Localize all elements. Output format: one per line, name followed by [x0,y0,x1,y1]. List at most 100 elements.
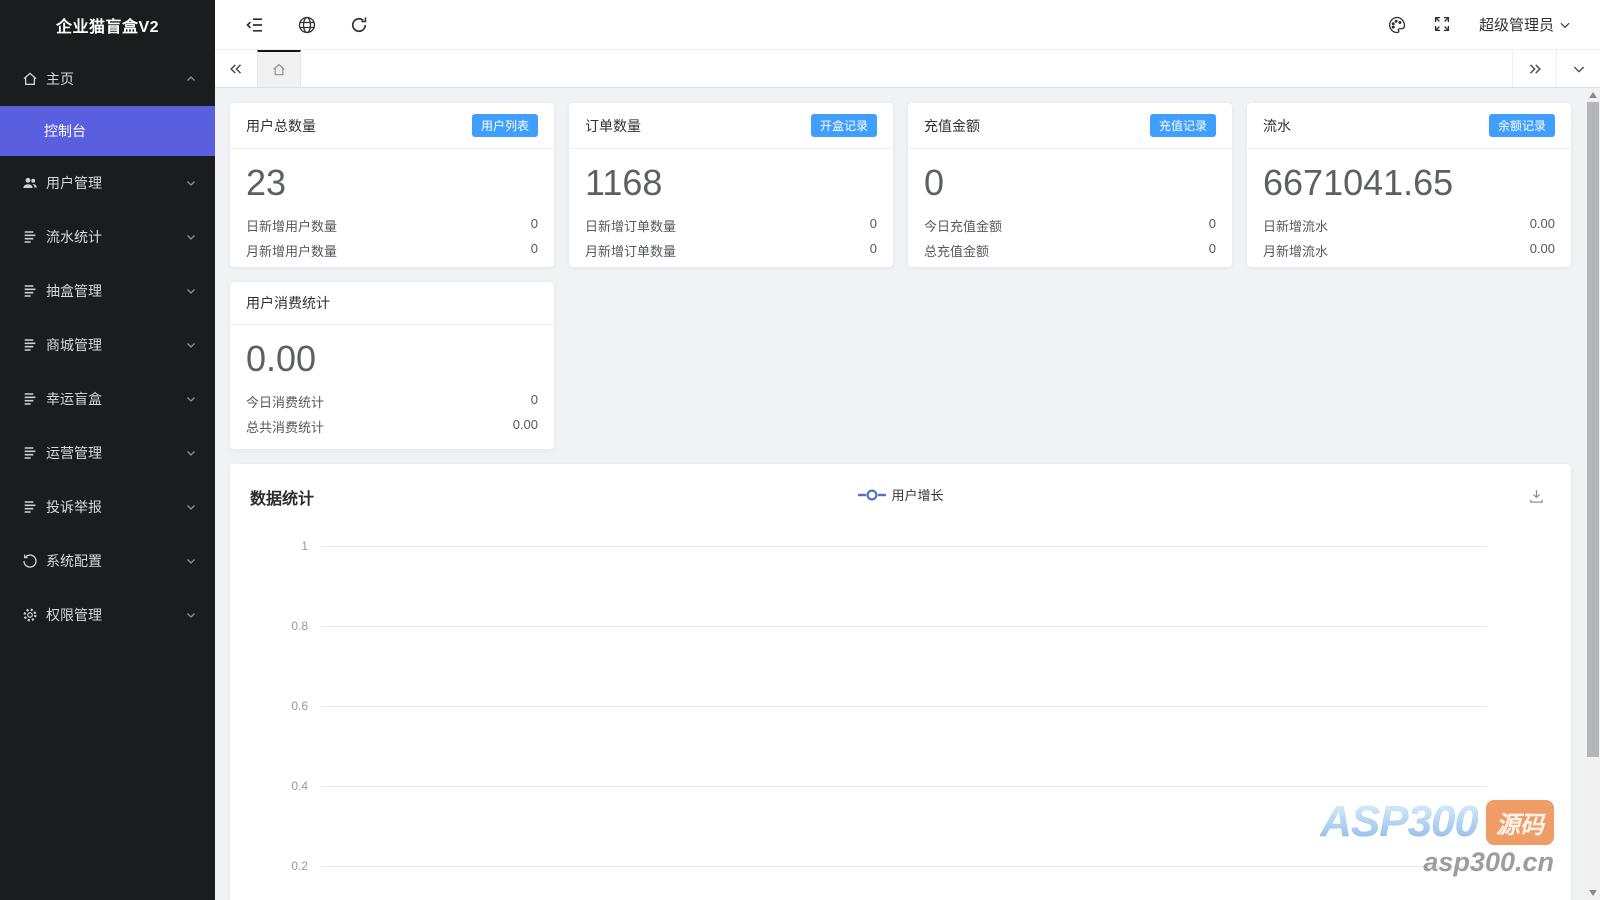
legend-user-growth[interactable]: 用户增长 [857,485,943,504]
card-row: 总共消费统计 0.00 [246,414,538,439]
sidebar-item-label: 抽盒管理 [46,281,185,301]
stat-card-users: 用户总数量 用户列表 23 日新增用户数量 0 月新增用户数量 0 [230,103,554,267]
sidebar-item-label: 系统配置 [46,551,185,571]
card-title: 用户总数量 [246,116,316,136]
data-statistics-chart-card: 数据统计 用户增长 1 0.8 0.6 0.4 [230,464,1571,900]
sidebar-item-label: 幸运盲盒 [46,389,185,409]
history-icon [22,553,38,569]
chevron-down-icon [185,555,197,567]
chevron-down-icon [185,609,197,621]
refresh-icon[interactable] [349,15,369,35]
sidebar-item-label: 主页 [46,69,185,89]
scrollbar-down-arrow-icon[interactable] [1589,890,1597,896]
tabs-scroll-left-icon[interactable] [215,50,257,87]
chevron-up-icon [185,73,197,85]
sidebar-item-label: 商城管理 [46,335,185,355]
card-row: 月新增流水 0.00 [1263,238,1555,263]
download-chart-icon[interactable] [1528,488,1545,505]
card-row: 月新增用户数量 0 [246,238,538,263]
card-row: 日新增订单数量 0 [585,213,877,238]
sidebar-item-label: 运营管理 [46,443,185,463]
chevron-down-icon [185,393,197,405]
sidebar-item-home[interactable]: 主页 [0,52,215,106]
tab-home[interactable] [257,50,301,87]
stat-card-recharge: 充值金额 充值记录 0 今日充值金额 0 总充值金额 0 [908,103,1232,267]
sidebar-item-label: 投诉举报 [46,497,185,517]
gear-icon [22,607,38,623]
header-right-tools: 超级管理员 [1387,14,1600,35]
chevron-down-icon [185,231,197,243]
chevron-down-icon [185,339,197,351]
card-title: 充值金额 [924,116,980,136]
sidebar-item-mall-management[interactable]: 商城管理 [0,318,215,372]
legend-label: 用户增长 [891,485,943,504]
card-row: 月新增订单数量 0 [585,238,877,263]
list-icon [22,337,38,353]
sidebar-item-lucky-box[interactable]: 幸运盲盒 [0,372,215,426]
recharge-records-badge[interactable]: 充值记录 [1150,114,1216,137]
sidebar-item-operations[interactable]: 运营管理 [0,426,215,480]
chart-plot-area: 1 0.8 0.6 0.4 0.2 [250,546,1551,900]
card-title: 流水 [1263,116,1291,136]
balance-records-badge[interactable]: 余额记录 [1489,114,1555,137]
sidebar-item-permissions[interactable]: 权限管理 [0,588,215,642]
tabs-options-dropdown-icon[interactable] [1556,50,1600,87]
users-icon [22,175,38,191]
gridline [322,706,1487,707]
sidebar-item-complaints[interactable]: 投诉举报 [0,480,215,534]
scrollbar-up-arrow-icon[interactable] [1589,92,1597,98]
y-axis-tick: 0.8 [250,619,308,633]
consume-card-row: 用户消费统计 0.00 今日消费统计 0 总共消费统计 0.00 [230,282,1571,449]
home-icon [22,71,38,87]
stat-cards-row: 用户总数量 用户列表 23 日新增用户数量 0 月新增用户数量 0 订单数量 开… [230,103,1571,267]
sidebar-item-system-config[interactable]: 系统配置 [0,534,215,588]
user-list-badge[interactable]: 用户列表 [472,114,538,137]
y-axis-tick: 0.2 [250,859,308,873]
main-content: 用户总数量 用户列表 23 日新增用户数量 0 月新增用户数量 0 订单数量 开… [215,88,1586,900]
list-icon [22,391,38,407]
gridline [322,786,1487,787]
top-header: 超级管理员 [215,0,1600,50]
tab-bar [215,50,1600,88]
y-axis-tick: 0.6 [250,699,308,713]
chevron-down-icon [185,285,197,297]
fold-menu-icon[interactable] [245,15,265,35]
palette-icon[interactable] [1387,15,1407,35]
list-icon [22,229,38,245]
sidebar-item-label: 流水统计 [46,227,185,247]
list-icon [22,445,38,461]
sidebar: 企业猫盲盒V2 主页 控制台 用户管理 [0,0,215,900]
header-left-tools [215,15,369,35]
stat-card-consume: 用户消费统计 0.00 今日消费统计 0 总共消费统计 0.00 [230,282,554,449]
card-row: 总充值金额 0 [924,238,1216,263]
sidebar-item-user-management[interactable]: 用户管理 [0,156,215,210]
chart-title: 数据统计 [250,485,314,509]
tabs-scroll-right-icon[interactable] [1512,50,1556,87]
open-box-records-badge[interactable]: 开盒记录 [811,114,877,137]
sidebar-item-flow-stats[interactable]: 流水统计 [0,210,215,264]
sidebar-item-label: 权限管理 [46,605,185,625]
card-title: 用户消费统计 [246,293,330,313]
sidebar-item-console[interactable]: 控制台 [0,106,215,156]
home-icon [271,62,287,78]
list-icon [22,283,38,299]
scrollbar-thumb[interactable] [1587,102,1599,757]
card-value: 6671041.65 [1263,155,1555,213]
chevron-down-icon [185,177,197,189]
fullscreen-icon[interactable] [1433,15,1453,35]
card-value: 0.00 [246,331,538,389]
gridline [322,546,1487,547]
gridline [322,866,1487,867]
y-axis-tick: 1 [250,539,308,553]
user-menu[interactable]: 超级管理员 [1479,14,1572,35]
card-value: 0 [924,155,1216,213]
vertical-scrollbar[interactable] [1586,88,1600,900]
sidebar-item-label: 用户管理 [46,173,185,193]
globe-icon[interactable] [297,15,317,35]
card-row: 日新增流水 0.00 [1263,213,1555,238]
card-value: 1168 [585,155,877,213]
stat-card-orders: 订单数量 开盒记录 1168 日新增订单数量 0 月新增订单数量 0 [569,103,893,267]
sidebar-item-box-management[interactable]: 抽盒管理 [0,264,215,318]
chevron-down-icon [185,447,197,459]
card-row: 今日消费统计 0 [246,389,538,414]
